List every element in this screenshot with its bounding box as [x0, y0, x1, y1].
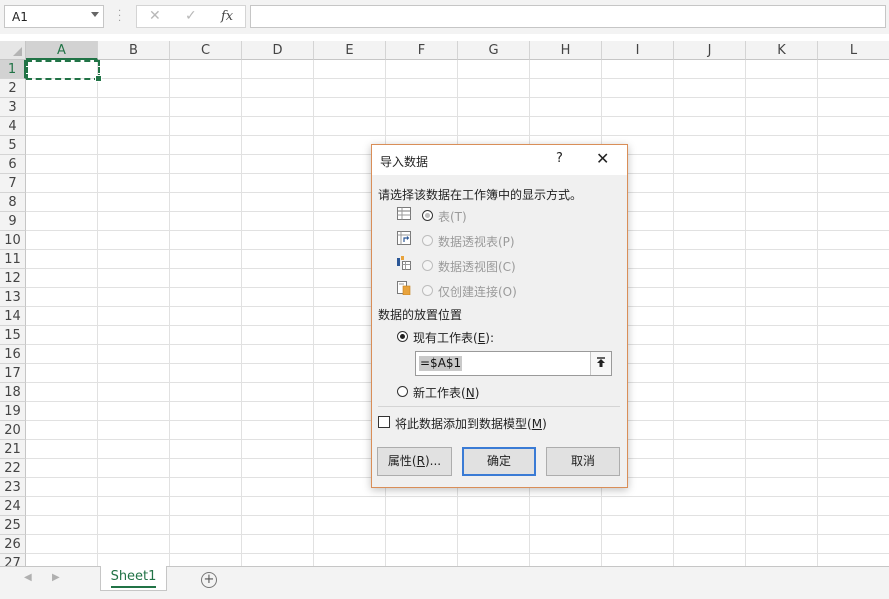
row-header[interactable]: 6: [0, 155, 26, 174]
row-header[interactable]: 5: [0, 136, 26, 155]
range-input[interactable]: =$A$1: [415, 351, 612, 376]
column-header[interactable]: I: [602, 41, 674, 60]
row-header[interactable]: 7: [0, 174, 26, 193]
column-header[interactable]: L: [818, 41, 889, 60]
row-header[interactable]: 17: [0, 364, 26, 383]
option-connection-only-label: 仅创建连接(O): [438, 285, 517, 299]
row-header[interactable]: 16: [0, 345, 26, 364]
row-header[interactable]: 12: [0, 269, 26, 288]
radio-pivot-chart[interactable]: [422, 260, 433, 271]
row-header[interactable]: 21: [0, 440, 26, 459]
pivot-chart-icon: [397, 256, 411, 270]
column-header[interactable]: C: [170, 41, 242, 60]
row-header[interactable]: 3: [0, 98, 26, 117]
cancel-button[interactable]: 取消: [546, 447, 620, 476]
row-header[interactable]: 23: [0, 478, 26, 497]
row-header[interactable]: 8: [0, 193, 26, 212]
row-header[interactable]: 24: [0, 497, 26, 516]
formula-bar: A1 · · · ✕ ✓ fx: [0, 0, 889, 34]
insert-function-icon[interactable]: fx: [221, 9, 233, 24]
column-header[interactable]: B: [98, 41, 170, 60]
scroll-left-icon[interactable]: ◀: [24, 572, 32, 583]
active-cell[interactable]: [26, 60, 102, 82]
help-icon[interactable]: ?: [556, 151, 563, 166]
cancel-icon[interactable]: ✕: [149, 8, 161, 24]
name-box[interactable]: A1: [4, 5, 104, 28]
name-box-value: A1: [12, 10, 28, 24]
row-header[interactable]: 25: [0, 516, 26, 535]
collapse-arrow-icon: [597, 357, 605, 367]
existing-sheet-label: 现有工作表(E):: [413, 331, 495, 345]
row-header[interactable]: 15: [0, 326, 26, 345]
row-header[interactable]: 2: [0, 79, 26, 98]
dialog-separator: [378, 406, 620, 407]
display-prompt: 请选择该数据在工作簿中的显示方式。: [378, 188, 583, 202]
enter-icon[interactable]: ✓: [185, 8, 197, 24]
properties-button[interactable]: 属性(R)...: [377, 447, 452, 476]
row-header[interactable]: 18: [0, 383, 26, 402]
dialog-title: 导入数据: [380, 155, 429, 169]
option-pivot-table-label: 数据透视表(P): [438, 235, 515, 249]
radio-table[interactable]: [422, 210, 433, 221]
add-sheet-icon[interactable]: +: [201, 572, 217, 588]
row-header[interactable]: 13: [0, 288, 26, 307]
radio-new-sheet[interactable]: [397, 386, 408, 397]
row-header[interactable]: 4: [0, 117, 26, 136]
row-header[interactable]: 20: [0, 421, 26, 440]
row-header[interactable]: 14: [0, 307, 26, 326]
placement-heading: 数据的放置位置: [378, 308, 463, 322]
add-to-data-model-checkbox[interactable]: [378, 416, 390, 428]
option-table-label: 表(T): [438, 210, 467, 224]
column-headers: ABCDEFGHIJKL: [26, 41, 889, 60]
row-header[interactable]: 26: [0, 535, 26, 554]
scroll-right-icon[interactable]: ▶: [52, 572, 60, 583]
option-pivot-chart-label: 数据透视图(C): [438, 260, 516, 274]
column-header[interactable]: D: [242, 41, 314, 60]
row-header[interactable]: 11: [0, 250, 26, 269]
row-header[interactable]: 19: [0, 402, 26, 421]
new-sheet-label: 新工作表(N): [413, 386, 480, 400]
formula-input[interactable]: [250, 5, 886, 28]
column-header[interactable]: H: [530, 41, 602, 60]
add-to-data-model-label: 将此数据添加到数据模型(M): [395, 417, 547, 431]
chevron-down-icon[interactable]: [91, 12, 99, 17]
column-header[interactable]: K: [746, 41, 818, 60]
range-value: =$A$1: [419, 356, 463, 371]
row-headers: 1 2 3 4 5 6 7 8 9 10 11 12 13 14 15 16 17 18 19 20 21 22 23 24 2…: [0, 60, 26, 566]
close-icon[interactable]: ✕: [596, 149, 609, 168]
fill-handle[interactable]: [95, 75, 102, 82]
row-header[interactable]: 27: [0, 554, 26, 566]
pivot-table-icon: [397, 231, 411, 245]
select-all-button[interactable]: [0, 41, 26, 60]
collapse-dialog-button[interactable]: [590, 352, 611, 375]
ok-button[interactable]: 确定: [462, 447, 536, 476]
connection-only-icon: [397, 281, 411, 295]
radio-pivot-table[interactable]: [422, 235, 433, 246]
column-header[interactable]: E: [314, 41, 386, 60]
radio-connection-only[interactable]: [422, 285, 433, 296]
column-header[interactable]: G: [458, 41, 530, 60]
select-all-icon: [13, 47, 22, 56]
table-icon: [397, 207, 411, 220]
row-header[interactable]: 9: [0, 212, 26, 231]
formula-buttons: ✕ ✓ fx: [136, 5, 246, 28]
dialog-titlebar: 导入数据 ? ✕: [372, 145, 627, 175]
row-header[interactable]: 22: [0, 459, 26, 478]
status-bar: [0, 593, 889, 599]
row-header[interactable]: 1: [0, 60, 26, 79]
sheet-tab-bar: ◀ ▶ Sheet1 +: [0, 566, 889, 593]
radio-existing-sheet[interactable]: [397, 331, 408, 342]
column-header[interactable]: A: [26, 41, 98, 60]
grip-icon: · · ·: [118, 6, 122, 27]
row-header[interactable]: 10: [0, 231, 26, 250]
sheet-tab[interactable]: Sheet1: [100, 566, 167, 591]
column-header[interactable]: F: [386, 41, 458, 60]
column-header[interactable]: J: [674, 41, 746, 60]
